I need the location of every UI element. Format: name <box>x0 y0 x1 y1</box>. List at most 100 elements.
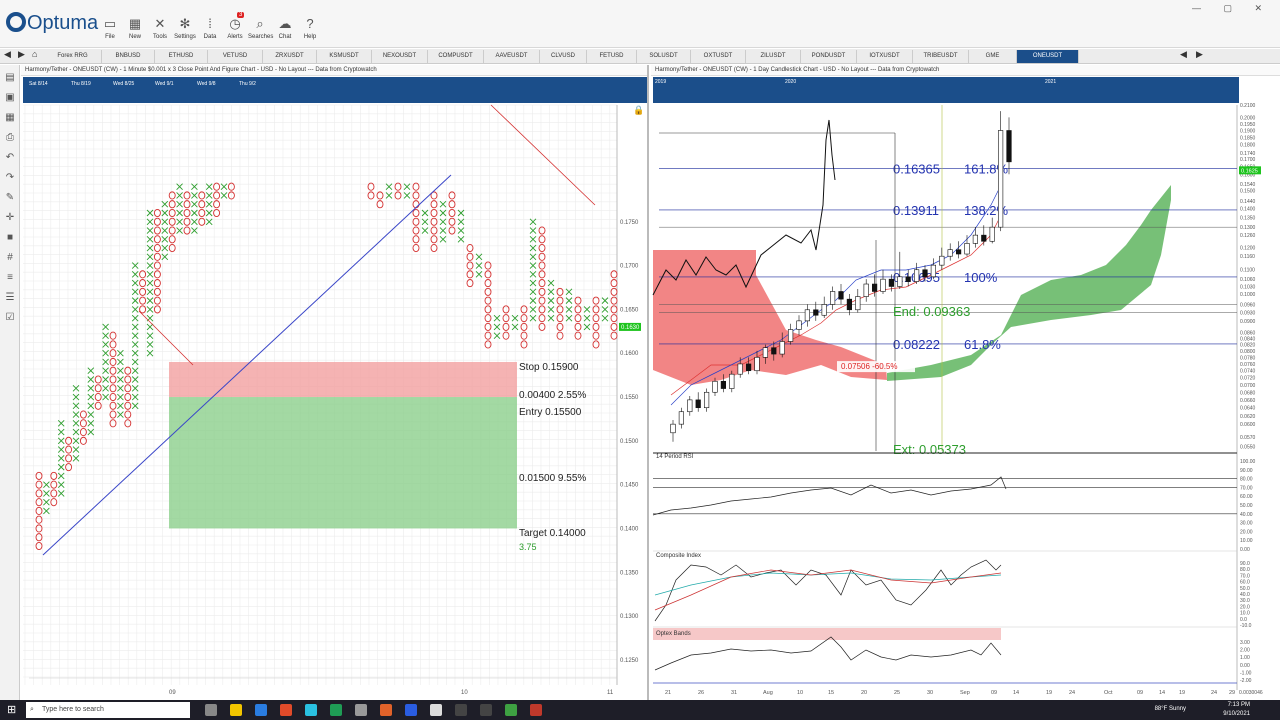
price-tick-label: 0.0840 <box>1240 336 1256 342</box>
drawing-tools-sidebar: ▤ ▣ ▦ ⎙ ↶ ↷ ✎ ✛ ■ # ≡ ☰ ☑ <box>0 65 20 700</box>
price-tick-label: 0.1850 <box>1240 135 1256 141</box>
symbol-tab[interactable]: NEXOUSDT <box>372 50 428 63</box>
optex-upper-band <box>653 628 1001 640</box>
taskbar-app-icon[interactable] <box>355 704 367 716</box>
trade-entry-label: Entry 0.15500 <box>519 407 582 418</box>
pnf-x-column <box>102 323 109 401</box>
price-tick-label: 0.1350 <box>1240 216 1256 222</box>
composite-tick-label: 0.0 <box>1240 617 1247 623</box>
optex-tick-label: 2.00 <box>1240 648 1250 654</box>
symbol-tab[interactable]: ONEUSDT <box>1017 50 1079 63</box>
rsi-tick-label: 90.00 <box>1240 468 1253 474</box>
taskbar-search-box[interactable]: ⌕ Type here to search <box>26 702 190 718</box>
forward-arrow-icon[interactable]: ▶ <box>18 49 25 60</box>
symbol-tab[interactable]: TRIBEUSDT <box>913 50 969 63</box>
print-icon[interactable]: ⎙ <box>3 131 17 145</box>
pnf-x-column <box>529 218 537 322</box>
taskbar-app-icon[interactable] <box>530 704 542 716</box>
toolbar-chat-button[interactable]: ☁ Chat <box>273 16 297 40</box>
page-icon[interactable]: ▤ <box>3 71 17 85</box>
notes-icon[interactable]: ☰ <box>3 291 17 305</box>
price-tick-label: 0.1700 <box>1240 157 1256 163</box>
toolbar-settings-button[interactable]: ✻ Settings <box>173 16 197 40</box>
symbol-tab[interactable]: Forex RRG <box>44 50 102 63</box>
padlock-icon[interactable]: 🔒 <box>633 105 644 116</box>
main-toolbar: Optuma ▭ File ▦ New ✕ Tools ✻ Settings ⁞ Data ◷ 3 Al… <box>0 0 1280 48</box>
checklist-icon[interactable]: ☑ <box>3 311 17 325</box>
symbol-tab[interactable]: IOTXUSDT <box>857 50 913 63</box>
pnf-x-column <box>385 183 393 199</box>
tabs-scroll-left-icon[interactable]: ◀ <box>1180 49 1187 60</box>
clock-date[interactable]: 9/10/2021 <box>1223 710 1250 719</box>
tabs-scroll-right-icon[interactable]: ▶ <box>1196 49 1203 60</box>
candlestick-chart-panel[interactable]: Harmony/Tether - ONEUSDT (CW) - 1 Day Ca… <box>651 65 1280 700</box>
taskbar-app-icon[interactable] <box>205 704 217 716</box>
taskbar-app-icon[interactable] <box>480 704 492 716</box>
taskbar-app-icon[interactable] <box>305 704 317 716</box>
toolbar-file-button[interactable]: ▭ File <box>98 16 122 40</box>
symbol-tab[interactable]: AAVEUSDT <box>484 50 540 63</box>
point-and-figure-chart-panel[interactable]: Harmony/Tether - ONEUSDT (CW) - 1 Minute… <box>21 65 649 700</box>
back-arrow-icon[interactable]: ◀ <box>4 49 11 60</box>
taskbar-app-icon[interactable] <box>405 704 417 716</box>
pnf-chart-svg[interactable]: 0.1750 0.1700 0.1650 0.1600 0.1550 0.1500 0.14… <box>21 65 649 700</box>
symbol-tab[interactable]: KSMUSDT <box>317 50 372 63</box>
symbol-tab[interactable]: COMPUSDT <box>428 50 484 63</box>
toolbar-help-button[interactable]: ? Help <box>298 16 322 40</box>
candlestick <box>863 279 869 302</box>
symbol-tab[interactable]: VETUSD <box>208 50 263 63</box>
taskbar-app-icon[interactable] <box>280 704 292 716</box>
list-icon[interactable]: ≡ <box>3 271 17 285</box>
candlestick-chart-svg[interactable]: 2019 2020 20210.21000.20000.19500.19000.18… <box>651 65 1280 700</box>
clock-time[interactable]: 7:13 PM <box>1223 701 1250 710</box>
pnf-x-column <box>493 314 501 340</box>
question-icon: ? <box>306 16 314 31</box>
undo-icon[interactable]: ↶ <box>3 151 17 165</box>
symbol-tab[interactable]: GME <box>969 50 1017 63</box>
symbol-tab[interactable]: BNBUSD <box>102 50 155 63</box>
symbol-tab[interactable]: PONDUSDT <box>801 50 857 63</box>
candlestick <box>939 247 945 270</box>
taskbar-app-icon[interactable] <box>380 704 392 716</box>
x-axis-end-label: 0.0030046 <box>1239 690 1263 696</box>
taskbar-app-icon[interactable] <box>455 704 467 716</box>
toolbar-tools-button[interactable]: ✕ Tools <box>148 16 172 40</box>
x-tick-label: 25 <box>894 690 900 696</box>
pnf-x-column <box>191 183 198 234</box>
symbol-tab[interactable]: FETUSD <box>587 50 637 63</box>
taskbar-app-icon[interactable] <box>255 704 267 716</box>
toolbar-new-button[interactable]: ▦ New <box>123 16 147 40</box>
taskbar-app-icon[interactable] <box>330 704 342 716</box>
redo-icon[interactable]: ↷ <box>3 171 17 185</box>
rsi-pane-title: 14 Period RSI <box>656 454 694 460</box>
overview-date-label: Wed 8/25 <box>113 81 135 87</box>
hash-icon[interactable]: # <box>3 251 17 265</box>
symbol-tab[interactable]: SOLUSDT <box>637 50 691 63</box>
window-controls[interactable]: — ▢ ✕ <box>1192 3 1272 14</box>
lock-icon[interactable]: ■ <box>3 231 17 245</box>
home-icon[interactable]: ⌂ <box>32 49 37 59</box>
crosshair-icon[interactable]: ✛ <box>3 211 17 225</box>
pencil-icon[interactable]: ✎ <box>3 191 17 205</box>
composite-pane-title: Composite Index <box>656 553 702 559</box>
rsi-tick-label: 50.00 <box>1240 503 1253 509</box>
toolbar-data-button[interactable]: ⁞ Data <box>198 16 222 40</box>
price-tick-label: 0.1000 <box>1240 292 1256 298</box>
symbol-tab[interactable]: ZRXUSDT <box>263 50 317 63</box>
symbol-tab[interactable]: ETHUSD <box>155 50 208 63</box>
x-tick-label: Aug <box>763 690 773 696</box>
optex-line <box>654 636 1002 671</box>
image-icon[interactable]: ▣ <box>3 91 17 105</box>
toolbar-label: Alerts <box>227 34 243 40</box>
toolbar-alerts-button[interactable]: ◷ 3 Alerts <box>223 12 247 40</box>
toolbar-searches-button[interactable]: ⌕ Searches <box>248 16 273 40</box>
taskbar-app-icon[interactable] <box>505 704 517 716</box>
save-icon[interactable]: ▦ <box>3 111 17 125</box>
windows-start-icon[interactable]: ⊞ <box>7 703 16 716</box>
symbol-tab[interactable]: CLVUSD <box>540 50 587 63</box>
taskbar-app-icon[interactable] <box>430 704 442 716</box>
x-tick-label: 30 <box>927 690 933 696</box>
taskbar-app-icon[interactable] <box>230 704 242 716</box>
symbol-tab[interactable]: ZILUSDT <box>746 50 801 63</box>
symbol-tab[interactable]: OXTUSDT <box>691 50 746 63</box>
